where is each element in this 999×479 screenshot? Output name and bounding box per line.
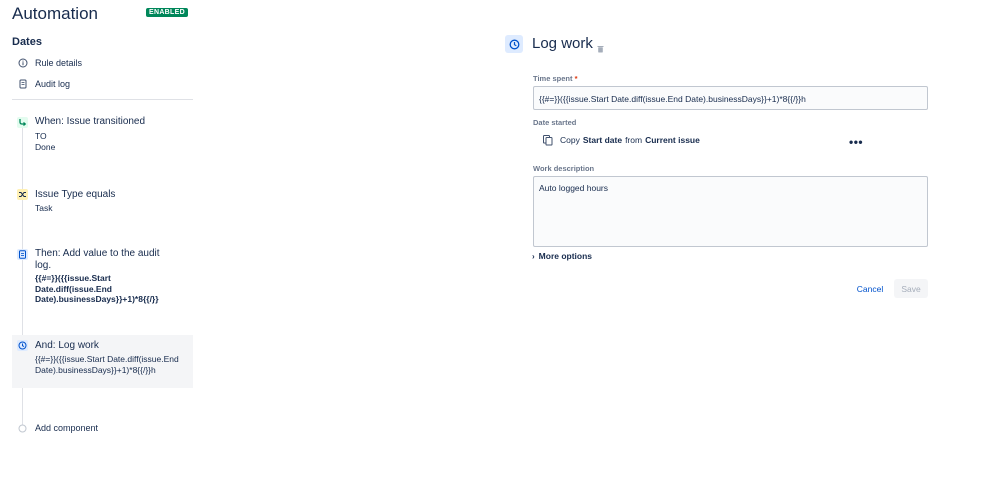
add-component-label: Add component xyxy=(35,423,99,433)
copy-field: Start date xyxy=(582,135,623,145)
component-trigger-to-label: TO xyxy=(35,131,47,141)
more-actions-button[interactable]: ••• xyxy=(849,135,863,149)
status-badge: ENABLED xyxy=(146,8,188,17)
rule-sidebar: Automation ENABLED Dates Rule details Au… xyxy=(0,0,200,479)
branch-icon xyxy=(17,117,28,128)
component-action-log-work-value: {{#=}}({{issue.Start Date.diff(issue.End… xyxy=(35,354,179,375)
date-started-value[interactable]: Copy Start date from Current issue xyxy=(542,133,703,147)
save-button[interactable]: Save xyxy=(894,279,928,298)
cancel-button[interactable]: Cancel xyxy=(849,279,891,298)
document-icon xyxy=(18,79,28,89)
work-description-textarea[interactable]: Auto logged hours xyxy=(533,176,928,247)
nav-rule-details[interactable]: Rule details xyxy=(18,56,82,70)
time-spent-input[interactable]: {{#=}}({{issue.Start Date.diff(issue.End… xyxy=(533,86,928,110)
app-title: Automation xyxy=(12,4,98,23)
component-action-audit-value: {{#=}}({{issue.Start Date.diff(issue.End… xyxy=(35,273,159,304)
component-trigger-title: When: Issue transitioned xyxy=(35,116,146,127)
component-trigger-to-value: Done xyxy=(35,142,56,152)
nav-audit-log[interactable]: Audit log xyxy=(18,77,70,91)
component-action-audit[interactable]: Then: Add value to the audit log. {{#=}}… xyxy=(12,244,193,306)
panel-title: Log work xyxy=(532,35,593,52)
circle-icon xyxy=(17,423,28,434)
required-mark: * xyxy=(574,74,578,83)
copy-middle: from xyxy=(625,135,643,145)
clock-icon xyxy=(505,35,523,53)
document-icon xyxy=(17,249,28,260)
component-action-log-work-title: And: Log work xyxy=(35,340,99,351)
component-action-log-work[interactable]: And: Log work {{#=}}({{issue.Start Date.… xyxy=(12,335,193,388)
clock-icon xyxy=(17,340,28,351)
component-condition-title: Issue Type equals xyxy=(35,189,116,200)
component-trigger[interactable]: When: Issue transitioned TO Done xyxy=(12,112,193,158)
time-spent-label-text: Time spent xyxy=(533,74,573,83)
chevron-right-icon: › xyxy=(532,251,535,261)
shuffle-icon xyxy=(17,189,28,200)
info-icon xyxy=(18,58,28,68)
trash-icon[interactable] xyxy=(597,40,604,58)
nav-audit-log-label: Audit log xyxy=(35,79,71,89)
copy-prefix: Copy xyxy=(560,135,580,145)
component-condition[interactable]: Issue Type equals Task xyxy=(12,185,193,217)
time-spent-label: Time spent * xyxy=(533,74,577,83)
more-options-label: More options xyxy=(538,251,593,261)
component-action-audit-title: Then: Add value to the audit log. xyxy=(35,248,160,271)
date-started-label: Date started xyxy=(533,118,577,127)
component-condition-value: Task xyxy=(35,203,53,213)
more-options-toggle[interactable]: › More options xyxy=(532,251,592,261)
work-description-label: Work description xyxy=(533,164,595,173)
divider xyxy=(12,99,193,100)
add-component[interactable]: Add component xyxy=(12,420,193,436)
copy-source: Current issue xyxy=(645,135,700,145)
rule-name: Dates xyxy=(12,36,42,48)
copy-icon xyxy=(542,134,554,146)
nav-rule-details-label: Rule details xyxy=(35,58,83,68)
